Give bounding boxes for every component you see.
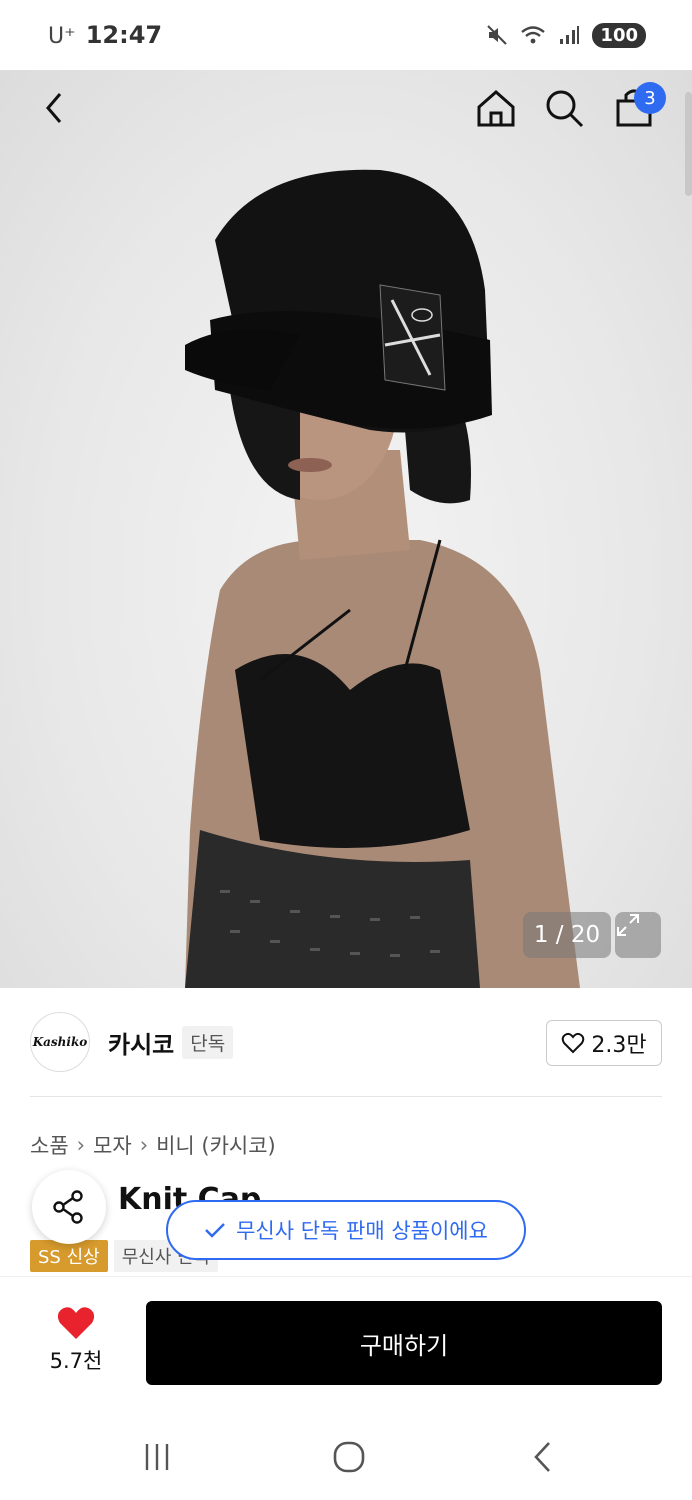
share-icon[interactable] <box>32 1170 106 1244</box>
breadcrumb-chevron-icon: › <box>76 1133 86 1157</box>
gallery-counter: 1 / 20 <box>523 912 611 958</box>
home-icon[interactable] <box>472 84 520 132</box>
toast-text: 무신사 단독 판매 상품이에요 <box>236 1219 488 1243</box>
wishlist-count: 5.7천 <box>49 1349 103 1373</box>
brand-like-count: 2.3만 <box>591 1033 647 1058</box>
wishlist-button[interactable]: 5.7천 <box>36 1305 116 1375</box>
search-icon[interactable] <box>540 84 588 132</box>
cart-count-badge: 3 <box>634 82 666 114</box>
carrier-label: U⁺ <box>48 24 76 49</box>
status-time: 12:47 <box>85 21 163 49</box>
check-icon <box>205 1223 225 1238</box>
product-photo-illustration <box>185 169 580 988</box>
battery-indicator: 100 <box>592 22 646 48</box>
brand-logo-text: Kashiko <box>32 1035 88 1049</box>
status-left: U⁺ 12:47 <box>48 21 162 49</box>
product-image[interactable]: 1 / 20 <box>0 70 692 988</box>
status-bar: U⁺ 12:47 100 <box>0 0 692 70</box>
status-right: 100 <box>484 22 646 48</box>
breadcrumb: 소품 › 모자 › 비니 (카시코) <box>30 1130 276 1160</box>
breadcrumb-item[interactable]: 모자 <box>93 1130 132 1160</box>
home-button-icon[interactable] <box>324 1432 374 1482</box>
brand-logo[interactable]: Kashiko <box>30 1012 90 1072</box>
recent-apps-icon[interactable] <box>132 1432 182 1482</box>
back-icon[interactable] <box>518 1432 568 1482</box>
breadcrumb-chevron-icon: › <box>139 1133 149 1157</box>
chevron-left-icon[interactable] <box>30 84 78 132</box>
expand-icon[interactable] <box>615 912 661 958</box>
scrollbar[interactable] <box>685 92 692 196</box>
system-navigation <box>0 1412 692 1500</box>
new-arrival-tag: SS 신상 <box>30 1240 108 1272</box>
buy-button[interactable]: 구매하기 <box>146 1301 662 1385</box>
brand-name[interactable]: 카시코 <box>108 1025 174 1060</box>
heart-icon <box>57 1307 95 1339</box>
brand-like-button[interactable]: 2.3만 <box>546 1020 662 1066</box>
exclusive-badge: 단독 <box>182 1025 234 1059</box>
heart-outline-icon <box>562 1032 585 1054</box>
breadcrumb-item[interactable]: 소품 <box>30 1130 69 1160</box>
breadcrumb-item[interactable]: 비니 (카시코) <box>156 1130 276 1160</box>
exclusive-toast: 무신사 단독 판매 상품이에요 <box>166 1200 526 1260</box>
signal-icon <box>556 22 582 48</box>
wifi-icon <box>520 22 546 48</box>
shopping-bag-icon[interactable]: 3 <box>610 82 666 132</box>
divider <box>30 1096 662 1097</box>
mute-icon <box>484 22 510 48</box>
purchase-bar: 5.7천 구매하기 <box>0 1276 692 1412</box>
brand-row: Kashiko 카시코 단독 2.3만 <box>30 1010 662 1074</box>
top-navigation: 3 <box>0 70 692 148</box>
